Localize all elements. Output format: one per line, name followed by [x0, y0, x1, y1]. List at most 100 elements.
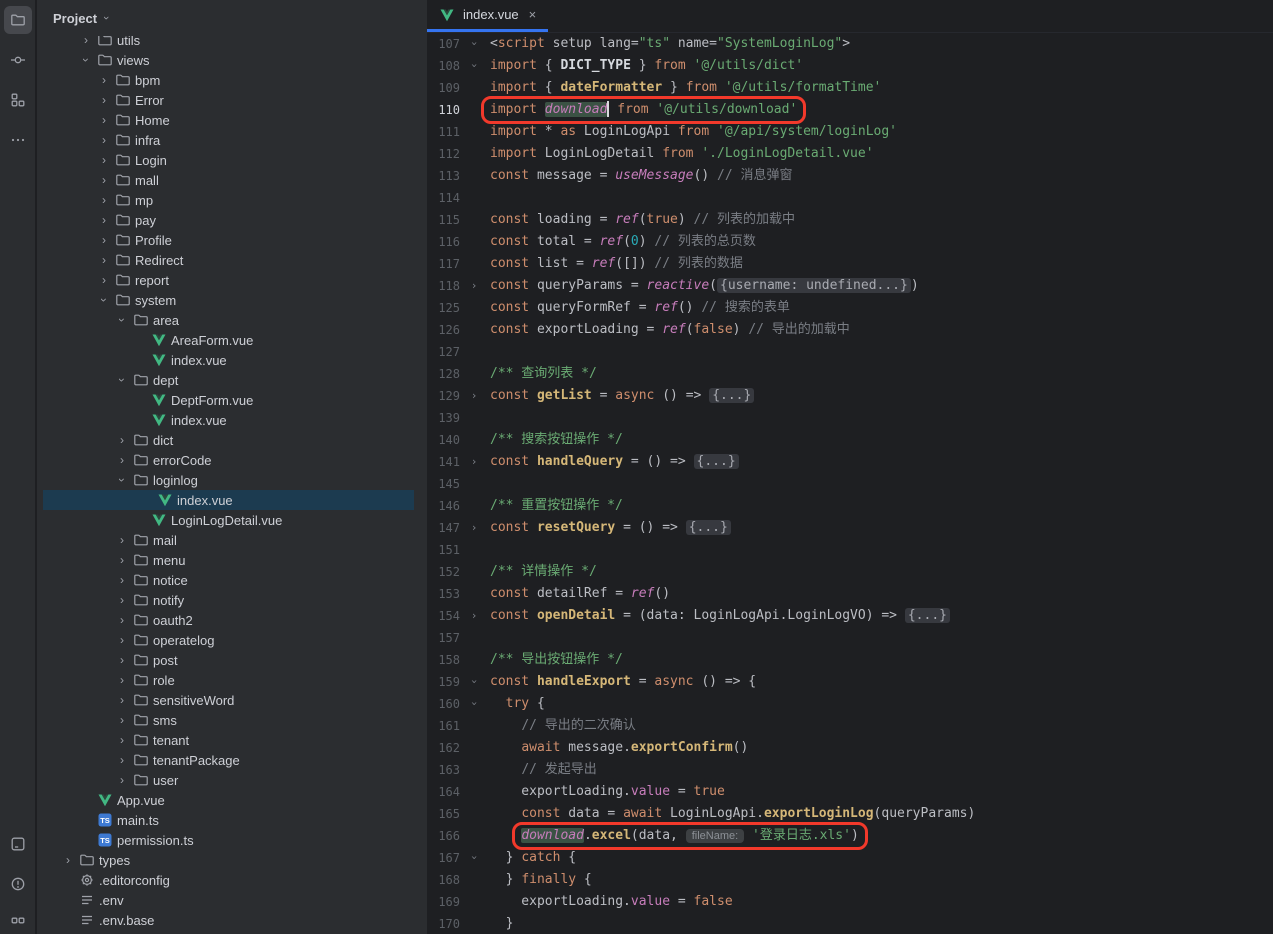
chevron-right-icon[interactable]: ›	[95, 113, 113, 127]
tree-item-post[interactable]: ›post	[37, 650, 427, 670]
code-line-139[interactable]: 139	[427, 407, 1273, 429]
tree-item-utils[interactable]: ›utils	[37, 36, 427, 50]
chevron-right-icon[interactable]: ›	[113, 613, 131, 627]
chevron-right-icon[interactable]: ›	[113, 673, 131, 687]
line-number[interactable]: 164	[427, 781, 466, 803]
line-number[interactable]: 140	[427, 429, 466, 451]
code-line-108[interactable]: 108›import { DICT_TYPE } from '@/utils/d…	[427, 55, 1273, 77]
fold-expanded-icon[interactable]: ›	[466, 671, 482, 693]
tree-item--env[interactable]: .env	[37, 890, 427, 910]
line-number[interactable]: 129	[427, 385, 466, 407]
line-number[interactable]: 115	[427, 209, 466, 231]
tree-item-notify[interactable]: ›notify	[37, 590, 427, 610]
tree-item-tenant[interactable]: ›tenant	[37, 730, 427, 750]
line-number[interactable]: 107	[427, 33, 466, 55]
chevron-right-icon[interactable]: ›	[95, 93, 113, 107]
line-number[interactable]: 114	[427, 187, 466, 209]
tree-item-deptform-vue[interactable]: DeptForm.vue	[37, 390, 427, 410]
tree-item-areaform-vue[interactable]: AreaForm.vue	[37, 330, 427, 350]
code-line-111[interactable]: 111import * as LoginLogApi from '@/api/s…	[427, 121, 1273, 143]
code-line-165[interactable]: 165 const data = await LoginLogApi.expor…	[427, 803, 1273, 825]
tree-item-app-vue[interactable]: App.vue	[37, 790, 427, 810]
fold-collapsed-icon[interactable]: ›	[466, 517, 482, 539]
code-line-161[interactable]: 161 // 导出的二次确认	[427, 715, 1273, 737]
code-line-154[interactable]: 154›const openDetail = (data: LoginLogAp…	[427, 605, 1273, 627]
tree-item-role[interactable]: ›role	[37, 670, 427, 690]
line-number[interactable]: 116	[427, 231, 466, 253]
tree-item-login[interactable]: ›Login	[37, 150, 427, 170]
line-number[interactable]: 139	[427, 407, 466, 429]
code-editor[interactable]: 107›<script setup lang="ts" name="System…	[427, 33, 1273, 934]
code-line-118[interactable]: 118›const queryParams = reactive({userna…	[427, 275, 1273, 297]
code-line-166[interactable]: 166 download.excel(data, fileName: '登录日志…	[427, 825, 1273, 847]
code-line-164[interactable]: 164 exportLoading.value = true	[427, 781, 1273, 803]
code-line-159[interactable]: 159›const handleExport = async () => {	[427, 671, 1273, 693]
commit-icon[interactable]	[4, 46, 32, 74]
chevron-down-icon[interactable]: ›	[113, 473, 131, 487]
line-number[interactable]: 167	[427, 847, 466, 869]
folded-region[interactable]: {...}	[694, 454, 739, 469]
code-line-117[interactable]: 117const list = ref([]) // 列表的数据	[427, 253, 1273, 275]
line-number[interactable]: 163	[427, 759, 466, 781]
tree-item-sms[interactable]: ›sms	[37, 710, 427, 730]
line-number[interactable]: 112	[427, 143, 466, 165]
chevron-right-icon[interactable]: ›	[113, 693, 131, 707]
tree-item-operatelog[interactable]: ›operatelog	[37, 630, 427, 650]
tree-item-notice[interactable]: ›notice	[37, 570, 427, 590]
line-number[interactable]: 141	[427, 451, 466, 473]
tree-item-redirect[interactable]: ›Redirect	[37, 250, 427, 270]
tree-item-pay[interactable]: ›pay	[37, 210, 427, 230]
tree-item-home[interactable]: ›Home	[37, 110, 427, 130]
chevron-right-icon[interactable]: ›	[113, 573, 131, 587]
folded-region[interactable]: {...}	[709, 388, 754, 403]
code-line-152[interactable]: 152/** 详情操作 */	[427, 561, 1273, 583]
fold-expanded-icon[interactable]: ›	[466, 55, 482, 77]
chevron-right-icon[interactable]: ›	[113, 633, 131, 647]
tree-item-infra[interactable]: ›infra	[37, 130, 427, 150]
code-line-112[interactable]: 112import LoginLogDetail from './LoginLo…	[427, 143, 1273, 165]
chevron-right-icon[interactable]: ›	[113, 773, 131, 787]
code-line-158[interactable]: 158/** 导出按钮操作 */	[427, 649, 1273, 671]
chevron-right-icon[interactable]: ›	[95, 153, 113, 167]
code-line-153[interactable]: 153const detailRef = ref()	[427, 583, 1273, 605]
tree-item-mail[interactable]: ›mail	[37, 530, 427, 550]
line-number[interactable]: 113	[427, 165, 466, 187]
line-number[interactable]: 126	[427, 319, 466, 341]
line-number[interactable]: 169	[427, 891, 466, 913]
chevron-right-icon[interactable]: ›	[95, 133, 113, 147]
tree-item-mall[interactable]: ›mall	[37, 170, 427, 190]
chevron-right-icon[interactable]: ›	[113, 453, 131, 467]
line-number[interactable]: 165	[427, 803, 466, 825]
more-icon[interactable]	[4, 126, 32, 154]
code-line-110[interactable]: 110import download from '@/utils/downloa…	[427, 99, 1273, 121]
fold-collapsed-icon[interactable]: ›	[466, 385, 482, 407]
structure-clipped-icon[interactable]	[4, 910, 32, 934]
line-number[interactable]: 147	[427, 517, 466, 539]
chevron-down-icon[interactable]: ›	[113, 373, 131, 387]
line-number[interactable]: 159	[427, 671, 466, 693]
code-line-125[interactable]: 125const queryFormRef = ref() // 搜索的表单	[427, 297, 1273, 319]
fold-collapsed-icon[interactable]: ›	[466, 275, 482, 297]
tree-item-main-ts[interactable]: TSmain.ts	[37, 810, 427, 830]
tree-item-dept[interactable]: ›dept	[37, 370, 427, 390]
problems-icon[interactable]	[4, 870, 32, 898]
chevron-right-icon[interactable]: ›	[95, 233, 113, 247]
line-number[interactable]: 145	[427, 473, 466, 495]
terminal-icon[interactable]	[4, 830, 32, 858]
line-number[interactable]: 146	[427, 495, 466, 517]
line-number[interactable]: 127	[427, 341, 466, 363]
line-number[interactable]: 117	[427, 253, 466, 275]
code-line-169[interactable]: 169 exportLoading.value = false	[427, 891, 1273, 913]
chevron-right-icon[interactable]: ›	[77, 36, 95, 47]
tree-item-views[interactable]: ›views	[37, 50, 427, 70]
code-line-162[interactable]: 162 await message.exportConfirm()	[427, 737, 1273, 759]
chevron-right-icon[interactable]: ›	[95, 193, 113, 207]
chevron-down-icon[interactable]: ›	[95, 293, 113, 307]
line-number[interactable]: 118	[427, 275, 466, 297]
code-line-145[interactable]: 145	[427, 473, 1273, 495]
code-line-157[interactable]: 157	[427, 627, 1273, 649]
tree-item-bpm[interactable]: ›bpm	[37, 70, 427, 90]
folded-region[interactable]: {...}	[905, 608, 950, 623]
tab-index-vue[interactable]: index.vue ×	[427, 0, 548, 32]
tree-item-tenantpackage[interactable]: ›tenantPackage	[37, 750, 427, 770]
